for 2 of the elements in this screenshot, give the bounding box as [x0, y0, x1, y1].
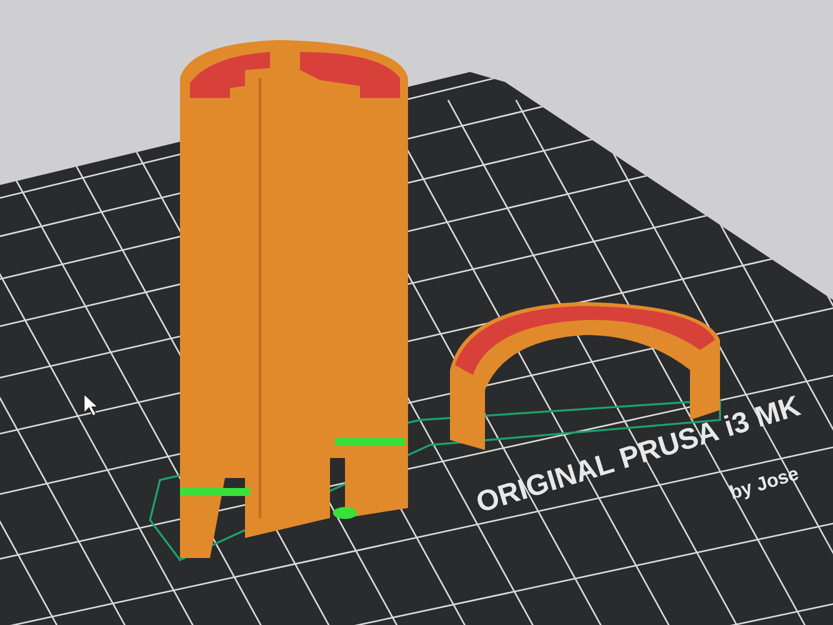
- bed-label-subtitle: by Jose: [726, 462, 802, 506]
- mouse-cursor-icon: [83, 393, 99, 417]
